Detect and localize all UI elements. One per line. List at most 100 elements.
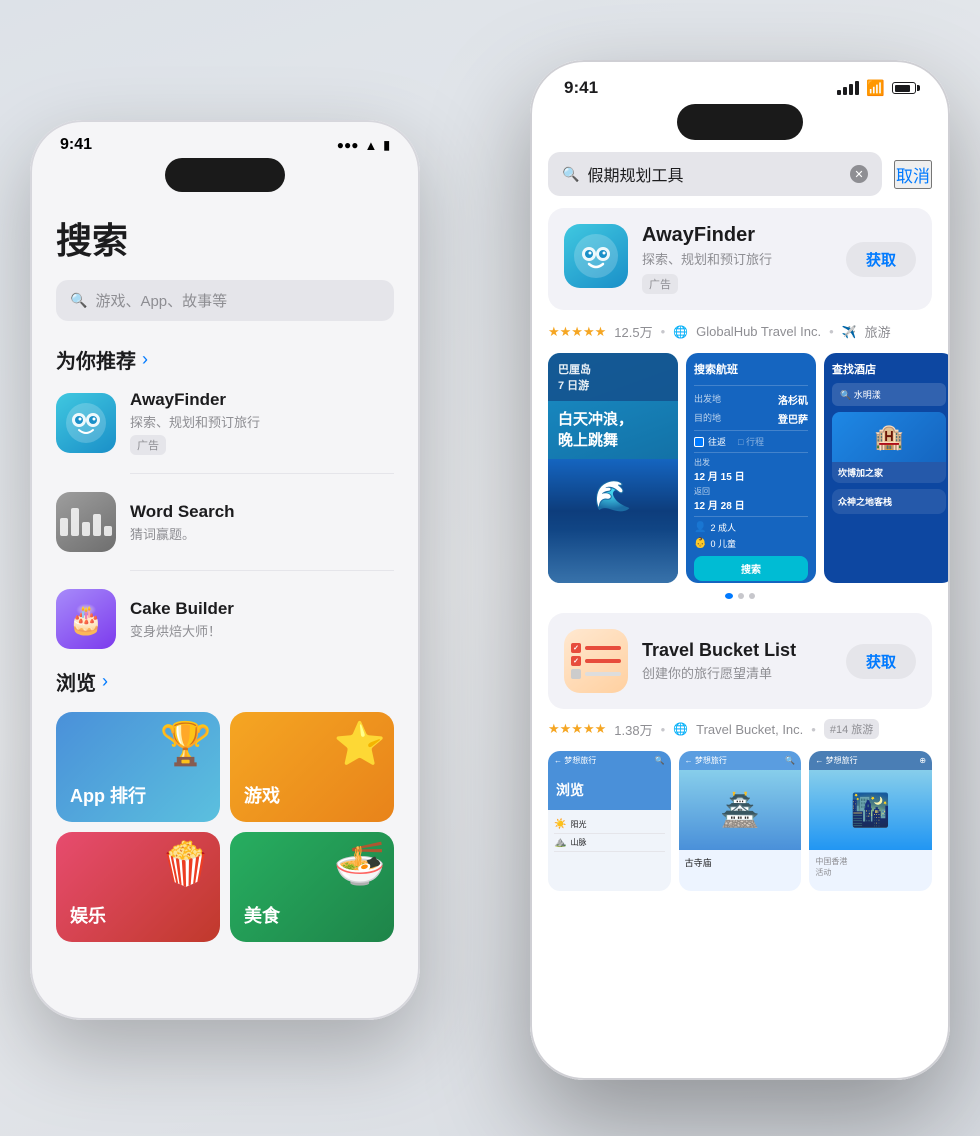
screenshot-1: 巴厘岛 7 日游 白天冲浪，晚上跳舞 🌊: [548, 353, 678, 583]
search-icon: 🔍: [562, 166, 579, 183]
app-name: Word Search: [130, 502, 394, 522]
featured-app-desc: 探索、规划和预订旅行: [642, 249, 832, 268]
browse-card-food[interactable]: 🍜 美食: [230, 832, 394, 942]
card-icon-food: 🍜: [334, 840, 386, 889]
ss1-destination: 巴厘岛: [558, 361, 668, 377]
plane-icon: ✈️: [842, 325, 857, 339]
wave-emoji: 🌊: [548, 479, 678, 514]
hotel-card-2: 众神之地客栈: [832, 489, 946, 514]
list-item[interactable]: 🎂 Cake Builder 变身烘焙大师！: [56, 589, 394, 649]
featured-app-name: AwayFinder: [642, 224, 832, 247]
travel-bucket-app-icon: ✓ ✓: [564, 629, 628, 693]
ss2-from: 洛杉矶: [778, 392, 808, 407]
back-phone-search-bar[interactable]: 🔍 游戏、App、故事等: [56, 280, 394, 321]
search-bar[interactable]: 🔍 假期规划工具 ✕: [548, 152, 882, 196]
list-item[interactable]: Word Search 猜词赢题。: [56, 492, 394, 552]
search-icon: 🔍: [70, 292, 87, 309]
battery-icon: ▮: [383, 138, 390, 152]
app-desc: 猜词赢题。: [130, 524, 394, 543]
app2-name: Travel Bucket List: [642, 640, 832, 661]
front-phone-status-bar: 9:41 📶: [532, 62, 948, 98]
front-phone: 9:41 📶 🔍 假期规划工具 ✕: [530, 60, 950, 1080]
app-info: AwayFinder 探索、规划和预订旅行 广告: [130, 390, 394, 455]
dot-1: [725, 593, 733, 599]
front-phone-time: 9:41: [564, 78, 598, 98]
app-badge: 广告: [130, 435, 166, 455]
checkbox-icon: [694, 437, 704, 447]
cake-emoji: 🎂: [69, 603, 104, 636]
back-phone-status-icons: ●●● ▲ ▮: [337, 138, 390, 153]
recommended-section-title: 为你推荐 ›: [56, 345, 394, 374]
app-desc: 探索、规划和预订旅行: [130, 412, 394, 431]
wifi-icon: 📶: [866, 79, 885, 97]
browse-card-appranking[interactable]: 🏆 App 排行: [56, 712, 220, 822]
featured-app-card[interactable]: AwayFinder 探索、规划和预订旅行 广告 获取: [548, 208, 932, 310]
app2-screenshot-3: ← 梦想旅行 ⊕ 🌃 中国香港活动: [809, 751, 932, 891]
app-info: Cake Builder 变身烘焙大师！: [130, 599, 394, 640]
app1-screenshots: 巴厘岛 7 日游 白天冲浪，晚上跳舞 🌊 搜索航班 出发地 洛杉矶: [532, 341, 948, 583]
ss2-search-button[interactable]: 搜索: [694, 556, 808, 581]
temple-image: 🏯: [679, 770, 802, 850]
browse-card-entertainment[interactable]: 🍿 娱乐: [56, 832, 220, 942]
hotel2-name: 众神之地客栈: [838, 495, 940, 508]
ss2-children: 0 儿童: [710, 537, 736, 550]
get-app2-button[interactable]: 获取: [846, 644, 916, 679]
featured-app-badge: 广告: [642, 274, 678, 294]
hotel1-name: 坎博加之家: [832, 462, 946, 483]
hotel-card-1: 🏨 坎博加之家: [832, 412, 946, 483]
search-text: 假期规划工具: [587, 162, 842, 186]
hongkong-image: 🌃: [809, 770, 932, 850]
card-icon-popcorn: 🍿: [160, 840, 212, 889]
temple-label: 古寺庙: [679, 850, 802, 875]
app1-developer: GlobalHub Travel Inc.: [696, 324, 821, 339]
featured-app-info: AwayFinder 探索、规划和预订旅行 广告: [642, 224, 832, 294]
app2-rank-badge: #14 旅游: [824, 719, 879, 739]
browse-card-games[interactable]: ⭐ 游戏: [230, 712, 394, 822]
list-item[interactable]: AwayFinder 探索、规划和预订旅行 广告: [56, 390, 394, 455]
clear-search-button[interactable]: ✕: [850, 165, 868, 183]
app2-screenshots: ← 梦想旅行 🔍 浏览 ☀️ 阳光 ⛰️ 山脉: [532, 739, 948, 891]
ss-mini-item-2: ⛰️ 山脉: [554, 834, 665, 852]
app2-screenshot-1: ← 梦想旅行 🔍 浏览 ☀️ 阳光 ⛰️ 山脉: [548, 751, 671, 891]
card-icon-3d: 🏆: [160, 720, 212, 769]
wordsearch-icon: [56, 492, 116, 552]
front-phone-dynamic-island: [677, 104, 803, 140]
ss-mini-header-2: ← 梦想旅行 🔍: [679, 751, 802, 770]
app2-info: Travel Bucket List 创建你的旅行愿望清单: [642, 640, 832, 682]
divider: [130, 473, 394, 474]
back-phone-time: 9:41: [60, 136, 92, 154]
app2-rating-count: 1.38万: [614, 720, 652, 739]
ss2-to: 登巴萨: [778, 411, 808, 426]
app2-meta-row: ★★★★★ 1.38万 • 🌐 Travel Bucket, Inc. • #1…: [532, 709, 948, 739]
app1-stars: ★★★★★: [548, 324, 606, 340]
ss3-search-input: 🔍 水明漾: [832, 383, 946, 406]
chevron-right-icon: ›: [102, 671, 108, 692]
front-phone-status-icons: 📶: [837, 79, 916, 97]
screenshot-3: 查找酒店 🔍 水明漾 🏨 坎博加之家 众神之地客栈: [824, 353, 948, 583]
ss2-title: 搜索航班: [694, 361, 808, 377]
screenshot-dots: [532, 593, 948, 599]
hongkong-label: 中国香港活动: [809, 850, 932, 884]
chevron-right-icon: ›: [142, 349, 148, 370]
back-phone-title: 搜索: [56, 212, 394, 264]
back-phone-dynamic-island: [165, 158, 285, 192]
battery-icon: [892, 82, 916, 94]
app-name: Cake Builder: [130, 599, 394, 619]
ss-mini-header-1: ← 梦想旅行 🔍: [548, 751, 671, 770]
cancel-button[interactable]: 取消: [894, 160, 932, 189]
dot-2: [738, 593, 744, 599]
checklist-icon: ✓ ✓: [561, 633, 631, 689]
ss-mini-header-3: ← 梦想旅行 ⊕: [809, 751, 932, 770]
ss-mini-item-1: ☀️ 阳光: [554, 816, 665, 834]
app2-developer: Travel Bucket, Inc.: [696, 722, 803, 737]
hotel-image-placeholder: 🏨: [874, 423, 904, 452]
awayfinder-app-icon: [564, 224, 628, 288]
search-container: 🔍 假期规划工具 ✕ 取消: [532, 140, 948, 196]
app2-card[interactable]: ✓ ✓ Travel Bucket List 创建你的旅行愿望清单 获取: [548, 613, 932, 709]
ss3-title: 查找酒店: [832, 361, 946, 377]
screenshot-2: 搜索航班 出发地 洛杉矶 目的地 登巴萨 往返 □ 行程: [686, 353, 816, 583]
app2-desc: 创建你的旅行愿望清单: [642, 663, 832, 682]
ss2-date1: 12 月 15 日: [694, 468, 808, 483]
card-icon-star: ⭐: [334, 720, 386, 769]
get-app1-button[interactable]: 获取: [846, 242, 916, 277]
